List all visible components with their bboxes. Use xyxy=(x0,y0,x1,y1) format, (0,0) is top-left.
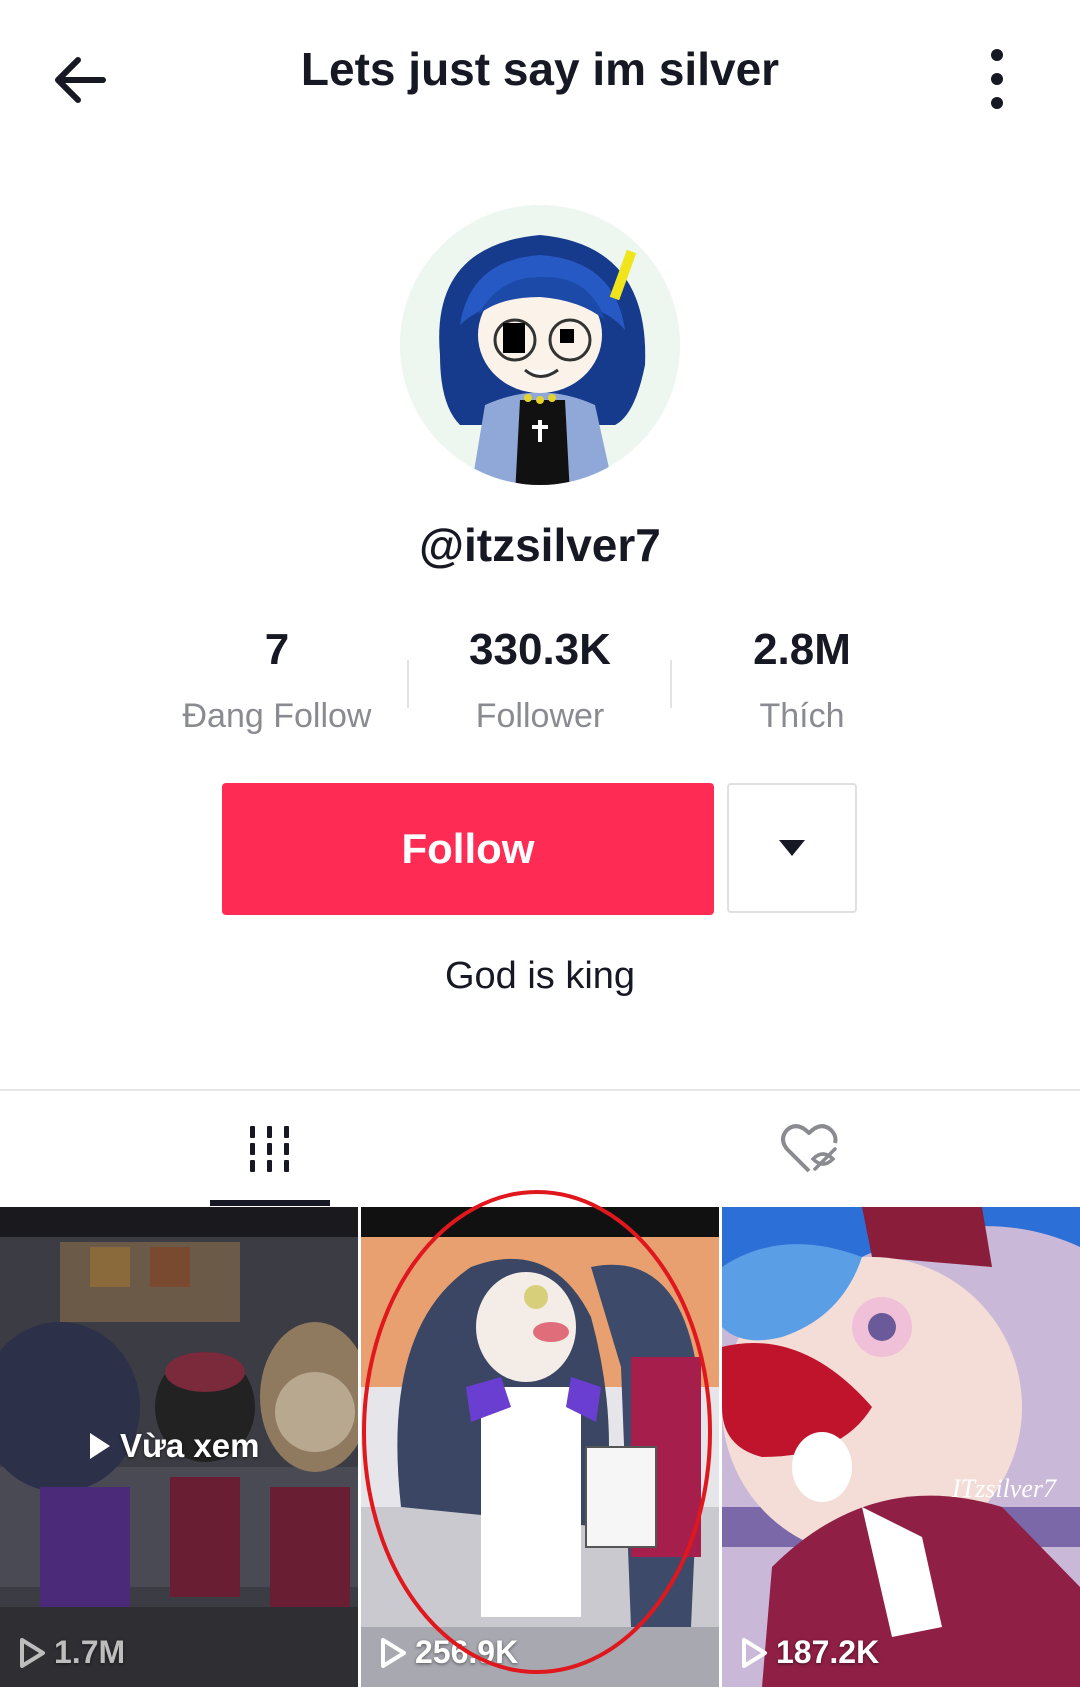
play-outline-icon xyxy=(742,1637,767,1668)
stat-following-label: Đang Follow xyxy=(182,697,372,735)
stat-divider xyxy=(407,660,409,708)
profile-avatar[interactable] xyxy=(400,205,680,485)
video-thumbnail[interactable]: 256.9K xyxy=(361,1207,719,1687)
video-grid: Vừa xem 1.7M 256.9K ITzsilver7 187.2K xyxy=(0,1207,1080,1687)
stat-followers-label: Follower xyxy=(475,697,605,735)
liked-hidden-icon xyxy=(781,1124,838,1173)
stat-following[interactable]: 7 Đang Follow xyxy=(147,625,407,736)
play-outline-icon xyxy=(381,1637,406,1668)
recently-watched-label: Vừa xem xyxy=(120,1427,260,1464)
stat-following-value: 7 xyxy=(264,625,290,674)
video-views-count: 187.2K xyxy=(776,1634,880,1670)
video-watermark: ITzsilver7 xyxy=(951,1474,1057,1503)
stat-likes-label: Thích xyxy=(759,697,845,735)
video-thumbnail[interactable]: ITzsilver7 187.2K xyxy=(722,1207,1080,1687)
profile-bio: God is king xyxy=(444,955,636,997)
video-views: 1.7M xyxy=(18,1634,125,1671)
video-views: 187.2K xyxy=(740,1634,879,1671)
page-title: Lets just say im silver xyxy=(300,43,780,95)
stat-followers-value: 330.3K xyxy=(469,625,611,674)
back-button[interactable] xyxy=(48,45,118,115)
suggested-accounts-button[interactable] xyxy=(727,783,857,913)
active-tab-indicator xyxy=(210,1200,330,1206)
profile-handle: @itzsilver7 xyxy=(419,519,661,571)
stat-likes: 2.8M Thích xyxy=(672,625,932,736)
follow-button[interactable]: Follow xyxy=(222,783,714,915)
play-outline-icon xyxy=(20,1637,45,1668)
video-views-count: 256.9K xyxy=(415,1634,519,1670)
video-views: 256.9K xyxy=(379,1634,518,1671)
video-thumbnail[interactable]: Vừa xem 1.7M xyxy=(0,1207,358,1687)
tab-videos[interactable] xyxy=(0,1092,540,1206)
more-vertical-icon xyxy=(991,49,1003,109)
section-divider xyxy=(0,1089,1080,1091)
recently-watched-overlay: Vừa xem xyxy=(90,1427,259,1465)
videos-grid-icon xyxy=(250,1126,289,1172)
top-bar: Lets just say im silver xyxy=(0,0,1080,150)
stat-likes-value: 2.8M xyxy=(753,625,851,674)
play-icon xyxy=(90,1433,110,1459)
video-views-count: 1.7M xyxy=(54,1634,126,1670)
caret-down-icon xyxy=(779,840,805,856)
tab-liked[interactable] xyxy=(540,1092,1080,1206)
stat-followers[interactable]: 330.3K Follower xyxy=(410,625,670,736)
more-options-button[interactable] xyxy=(975,45,1019,115)
arrow-left-icon xyxy=(55,57,106,103)
